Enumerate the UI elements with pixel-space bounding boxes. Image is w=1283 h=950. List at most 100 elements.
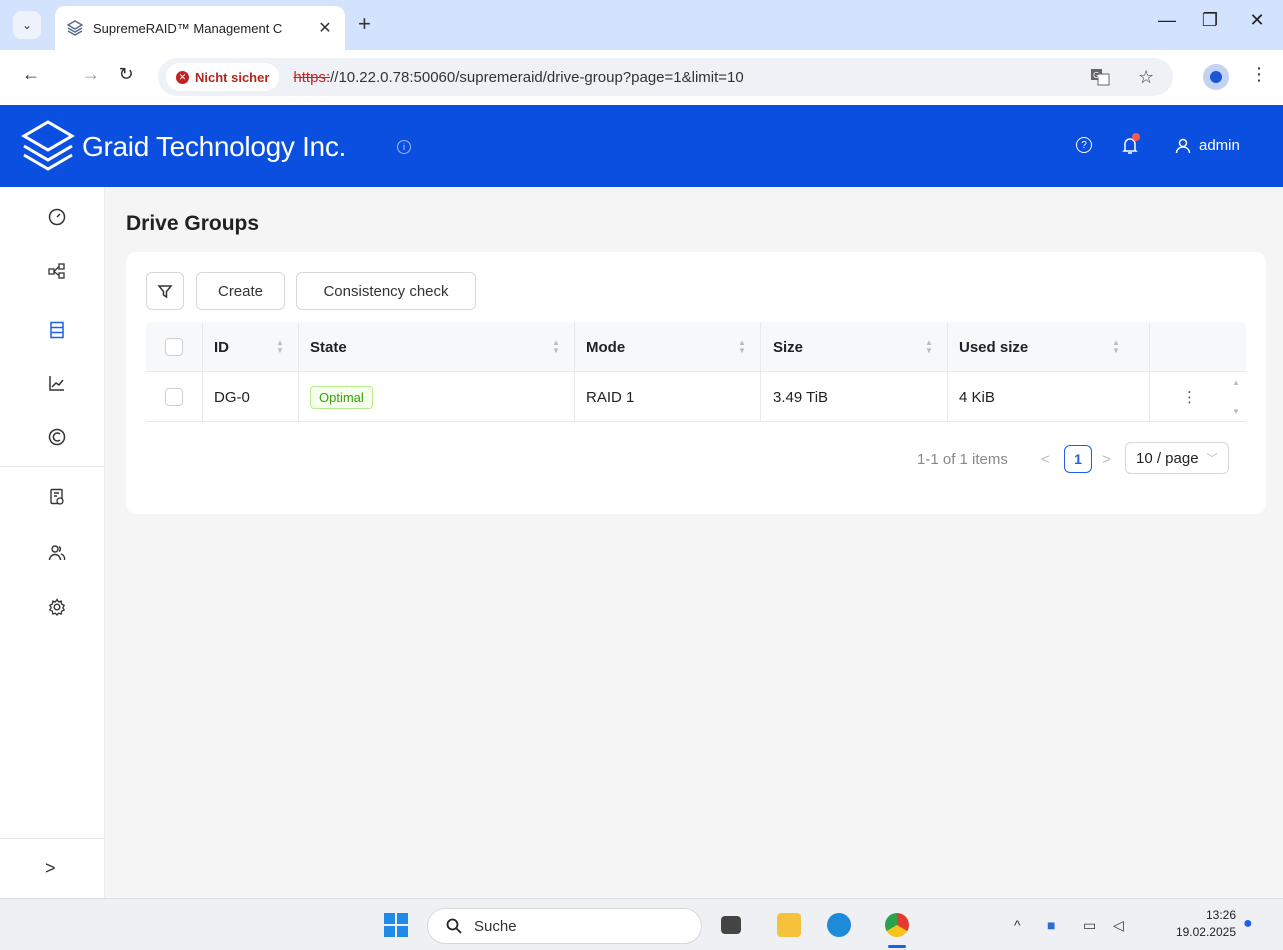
chrome-icon[interactable] xyxy=(885,913,909,937)
file-explorer-icon[interactable] xyxy=(777,913,801,937)
graid-logo-icon xyxy=(21,120,75,171)
security-label: Nicht sicher xyxy=(195,69,270,85)
sidebar-divider xyxy=(0,466,105,467)
row-checkbox[interactable] xyxy=(165,388,183,406)
user-menu[interactable]: admin xyxy=(1175,137,1240,154)
filter-button[interactable] xyxy=(146,272,184,310)
user-icon xyxy=(1175,138,1191,153)
brand-name: Graid Technology Inc. xyxy=(82,131,347,162)
row-checkbox-cell[interactable] xyxy=(165,372,183,422)
column-header-size[interactable]: Size xyxy=(773,322,803,372)
sort-size-icon[interactable]: ▲ ▼ xyxy=(925,339,933,355)
forward-icon[interactable]: → xyxy=(78,64,104,85)
username: admin xyxy=(1199,137,1240,154)
warning-icon: ✕ xyxy=(176,70,189,84)
info-icon[interactable]: i xyxy=(397,140,411,154)
chrome-active-indicator xyxy=(888,945,906,948)
translate-icon[interactable]: G xyxy=(1090,58,1110,96)
select-all-checkbox-cell[interactable] xyxy=(165,322,183,372)
taskbar-clock[interactable]: 13:26 19.02.2025 xyxy=(1160,907,1236,941)
tray-overflow-icon[interactable]: ^ xyxy=(1014,917,1021,933)
help-icon[interactable]: ? xyxy=(1076,137,1092,153)
profile-avatar-icon[interactable] xyxy=(1203,64,1229,90)
search-icon xyxy=(446,918,462,934)
table-row[interactable]: DG-0 Optimal RAID 1 3.49 TiB 4 KiB ⋮ xyxy=(146,372,1246,422)
omnibox[interactable]: ✕ Nicht sicher https://10.22.0.78:50060/… xyxy=(158,58,1173,96)
chevron-down-icon: ﹀ xyxy=(1206,453,1218,465)
url-scheme: https: xyxy=(293,68,331,86)
sort-mode-icon[interactable]: ▲ ▼ xyxy=(738,339,746,355)
taskbar-search-label: Suche xyxy=(474,917,517,935)
page-title: Drive Groups xyxy=(126,212,260,235)
url-path: //10.22.0.78:50060/supremeraid/drive-gro… xyxy=(330,68,744,86)
close-window-icon[interactable]: ✕ xyxy=(1242,10,1272,31)
new-tab-icon[interactable]: + xyxy=(358,12,371,36)
select-all-checkbox[interactable] xyxy=(165,338,183,356)
column-header-state[interactable]: State xyxy=(310,322,347,372)
minimize-icon[interactable]: — xyxy=(1152,10,1182,31)
sort-used-size-icon[interactable]: ▲ ▼ xyxy=(1112,339,1120,355)
sidebar-item-dashboard[interactable] xyxy=(0,197,105,237)
users-icon xyxy=(48,545,66,561)
gauge-icon xyxy=(48,208,66,226)
sidebar-expand-icon[interactable]: > xyxy=(0,838,105,898)
tab-close-icon[interactable]: ✕ xyxy=(315,18,335,38)
task-view-icon[interactable] xyxy=(721,916,741,934)
edge-icon[interactable] xyxy=(827,913,851,937)
sidebar-item-settings[interactable] xyxy=(0,587,105,627)
windows-start-icon[interactable] xyxy=(384,913,408,937)
prev-page-icon[interactable]: < xyxy=(1041,444,1050,474)
back-icon[interactable]: ← xyxy=(18,64,44,85)
windows-taskbar: Suche ^ ■ ▭ ◁ 13:26 19.02.2025 ● xyxy=(0,898,1283,950)
browser-tabstrip: ⌄ SupremeRAID™ Management C ✕ + — ❐ ✕ xyxy=(0,0,1283,50)
app-header: Graid Technology Inc. i ? admin xyxy=(0,105,1283,187)
notification-badge xyxy=(1132,133,1140,141)
history-icon xyxy=(48,428,66,446)
sidebar-item-topology[interactable] xyxy=(0,251,105,291)
row-mode: RAID 1 xyxy=(586,388,635,406)
create-button[interactable]: Create xyxy=(196,272,285,310)
tray-app-icon[interactable]: ■ xyxy=(1047,917,1055,933)
volume-muted-icon[interactable]: ◁ xyxy=(1113,917,1124,934)
next-page-icon[interactable]: > xyxy=(1102,444,1111,474)
reload-icon[interactable]: ↻ xyxy=(113,64,139,85)
browser-tab[interactable]: SupremeRAID™ Management C ✕ xyxy=(55,6,345,50)
topology-icon xyxy=(48,263,65,279)
sidebar-item-history[interactable] xyxy=(0,417,105,457)
taskbar-search[interactable]: Suche xyxy=(427,908,702,944)
row-actions-kebab-icon[interactable]: ⋮ xyxy=(1182,372,1197,422)
row-used-size: 4 KiB xyxy=(959,388,995,406)
sidebar-item-license[interactable] xyxy=(0,477,105,517)
sidebar-item-users[interactable] xyxy=(0,533,105,573)
filter-icon xyxy=(157,285,173,299)
url-text[interactable]: https://10.22.0.78:50060/supremeraid/dri… xyxy=(293,69,743,86)
bookmark-star-icon[interactable]: ☆ xyxy=(1138,58,1154,96)
sidebar-item-performance[interactable] xyxy=(0,363,105,403)
column-header-id[interactable]: ID xyxy=(214,322,229,372)
notification-bell-icon[interactable] xyxy=(1122,133,1140,159)
tab-search-chevron-icon[interactable]: ⌄ xyxy=(13,11,41,39)
network-icon[interactable]: ▭ xyxy=(1083,917,1096,934)
restore-icon[interactable]: ❐ xyxy=(1195,10,1225,31)
row-id: DG-0 xyxy=(214,388,250,406)
page-size-value: 10 / page xyxy=(1136,449,1199,467)
tab-title: SupremeRAID™ Management C xyxy=(93,20,283,36)
column-header-used-size[interactable]: Used size xyxy=(959,322,1028,372)
browser-menu-icon[interactable]: ⋮ xyxy=(1250,64,1268,85)
sidebar: > xyxy=(0,187,105,898)
pagination-summary: 1-1 of 1 items xyxy=(917,450,1008,468)
table-scrollbar[interactable]: ▲ ▼ xyxy=(1226,372,1246,422)
consistency-check-button[interactable]: Consistency check xyxy=(296,272,476,310)
gear-icon xyxy=(48,598,66,616)
sidebar-item-drive-groups[interactable] xyxy=(0,310,105,350)
supremeraid-favicon-icon xyxy=(67,20,83,36)
sort-id-icon[interactable]: ▲ ▼ xyxy=(276,339,284,355)
svg-text:G: G xyxy=(1093,71,1099,80)
drive-groups-table: ID ▲ ▼ State ▲ ▼ Mode ▲ ▼ Size ▲ ▼ Used size… xyxy=(146,322,1246,422)
notification-icon[interactable]: ● xyxy=(1243,915,1253,933)
column-header-mode[interactable]: Mode xyxy=(586,322,625,372)
security-indicator[interactable]: ✕ Nicht sicher xyxy=(166,63,280,91)
sort-state-icon[interactable]: ▲ ▼ xyxy=(552,339,560,355)
page-size-select[interactable]: 10 / page ﹀ xyxy=(1125,442,1229,474)
page-1-button[interactable]: 1 xyxy=(1064,444,1092,474)
